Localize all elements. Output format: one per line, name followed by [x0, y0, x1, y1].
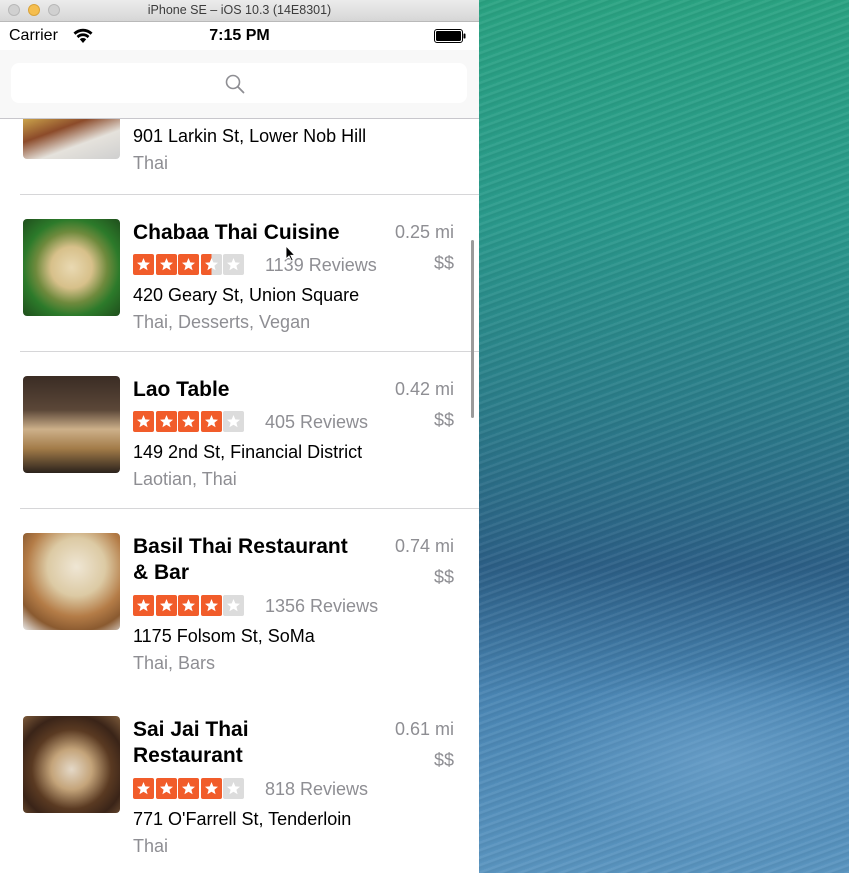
rating-star-icon	[178, 595, 199, 616]
rating-star-icon	[200, 595, 222, 616]
rating-star-icon	[133, 411, 154, 432]
restaurant-thumbnail	[23, 533, 120, 630]
window-title: iPhone SE – iOS 10.3 (14E8301)	[147, 3, 332, 17]
restaurant-address: 420 Geary St, Union Square	[133, 285, 360, 305]
restaurant-categories: Thai, Bars	[133, 653, 216, 673]
rating-star-icon	[200, 778, 222, 799]
mouse-cursor-icon	[285, 245, 296, 262]
restaurant-address: 901 Larkin St, Lower Nob Hill	[133, 126, 367, 146]
rating-star-icon	[133, 595, 154, 616]
rating-star-icon	[155, 595, 177, 616]
restaurant-categories: Thai	[133, 836, 169, 856]
rating-stars	[133, 595, 244, 616]
restaurant-name: Sai Jai Thai Restaurant	[133, 717, 249, 769]
desktop-wallpaper	[479, 0, 849, 873]
scroll-indicator[interactable]	[471, 240, 474, 418]
review-count: 405 Reviews	[265, 412, 369, 432]
rating-stars	[133, 778, 244, 799]
restaurant-name-line1: Sai Jai Thai	[133, 718, 249, 741]
window-titlebar: iPhone SE – iOS 10.3 (14E8301)	[0, 0, 479, 22]
restaurant-name: Lao Table	[133, 378, 230, 401]
search-input[interactable]	[11, 63, 467, 103]
review-count: 818 Reviews	[265, 779, 369, 799]
restaurant-name-line1: Basil Thai Restaurant	[133, 535, 348, 558]
restaurant-categories: Laotian, Thai	[133, 469, 237, 489]
restaurant-distance: 0.61 mi	[394, 719, 454, 739]
list-item[interactable]: 901 Larkin St, Lower Nob Hill Thai	[0, 119, 479, 194]
restaurant-name: Basil Thai Restaurant & Bar	[133, 534, 348, 586]
battery-icon	[434, 29, 466, 43]
restaurant-distance: 0.42 mi	[394, 379, 454, 399]
restaurant-thumbnail	[23, 716, 120, 813]
rating-star-icon	[178, 411, 199, 432]
rating-star-icon	[223, 254, 244, 275]
restaurant-name: Chabaa Thai Cuisine	[133, 221, 340, 244]
rating-star-icon	[155, 254, 177, 275]
search-icon	[225, 74, 245, 94]
review-count: 1139 Reviews	[265, 255, 377, 275]
price-level: $$	[433, 253, 454, 273]
restaurant-categories: Thai, Desserts, Vegan	[133, 312, 311, 332]
restaurant-list[interactable]: 901 Larkin St, Lower Nob Hill Thai Chaba…	[0, 119, 479, 873]
restaurant-address: 771 O'Farrell St, Tenderloin	[133, 809, 352, 829]
restaurant-distance: 0.25 mi	[394, 222, 454, 242]
rating-star-icon	[155, 411, 177, 432]
list-item[interactable]: Lao Table 0.42 mi 405 Reviews $$ 149 2nd…	[0, 352, 479, 508]
rating-star-icon	[178, 778, 199, 799]
rating-star-icon	[223, 778, 244, 799]
rating-star-icon	[155, 778, 177, 799]
rating-star-icon	[133, 254, 154, 275]
restaurant-thumbnail	[23, 219, 120, 316]
restaurant-thumbnail	[23, 119, 120, 159]
list-item[interactable]: Sai Jai Thai Restaurant 0.61 mi $$ 818 R…	[0, 692, 479, 873]
restaurant-name-line2: Restaurant	[133, 744, 243, 767]
price-level: $$	[433, 567, 454, 587]
restaurant-name-line2: & Bar	[133, 561, 190, 584]
status-time: 7:15 PM	[209, 27, 270, 44]
price-level: $$	[433, 750, 454, 770]
simulator-window: iPhone SE – iOS 10.3 (14E8301) Carrier 7…	[0, 0, 479, 873]
rating-stars	[133, 411, 244, 432]
restaurant-address: 149 2nd St, Financial District	[133, 442, 363, 462]
rating-star-icon	[133, 778, 154, 799]
search-bar	[0, 50, 479, 119]
restaurant-distance: 0.74 mi	[394, 536, 454, 556]
list-item[interactable]: Chabaa Thai Cuisine 0.25 mi 1139 Reviews…	[0, 195, 479, 351]
price-level: $$	[433, 410, 454, 430]
rating-star-icon	[178, 254, 199, 275]
rating-star-icon	[200, 411, 222, 432]
restaurant-thumbnail	[23, 376, 120, 473]
restaurant-address: 1175 Folsom St, SoMa	[133, 626, 315, 646]
rating-star-icon	[223, 411, 244, 432]
rating-star-icon	[223, 595, 244, 616]
ios-status-bar: Carrier 7:15 PM	[0, 22, 479, 50]
rating-stars	[133, 254, 244, 275]
restaurant-categories: Thai	[133, 153, 169, 173]
review-count: 1356 Reviews	[265, 596, 379, 616]
rating-star-icon	[200, 254, 222, 275]
list-item[interactable]: Basil Thai Restaurant & Bar 0.74 mi $$ 1…	[0, 509, 479, 692]
